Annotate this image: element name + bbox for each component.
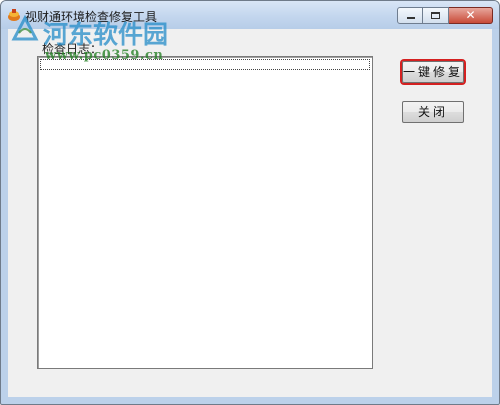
log-textarea[interactable]: [37, 56, 373, 369]
client-area: 检查日志： 一键修复 关闭: [8, 29, 492, 397]
caption-buttons: ✕: [397, 7, 493, 24]
minimize-icon: [407, 17, 415, 19]
app-icon: [8, 9, 20, 21]
minimize-button[interactable]: [397, 7, 423, 24]
close-icon: ✕: [465, 8, 476, 22]
log-focus-line: [40, 59, 370, 70]
window-title: 视财通环境检查修复工具: [25, 10, 158, 24]
maximize-icon: [431, 12, 440, 19]
app-window: 视财通环境检查修复工具 ✕ 检查日志： 一键修复 关闭 河东软件园 www.pc…: [0, 0, 500, 405]
close-window-button[interactable]: ✕: [449, 7, 493, 24]
close-button[interactable]: 关闭: [402, 101, 464, 123]
one-click-repair-button[interactable]: 一键修复: [402, 61, 464, 83]
title-bar[interactable]: 视财通环境检查修复工具 ✕: [1, 1, 499, 29]
maximize-button[interactable]: [423, 7, 449, 24]
log-label: 检查日志：: [42, 42, 103, 56]
